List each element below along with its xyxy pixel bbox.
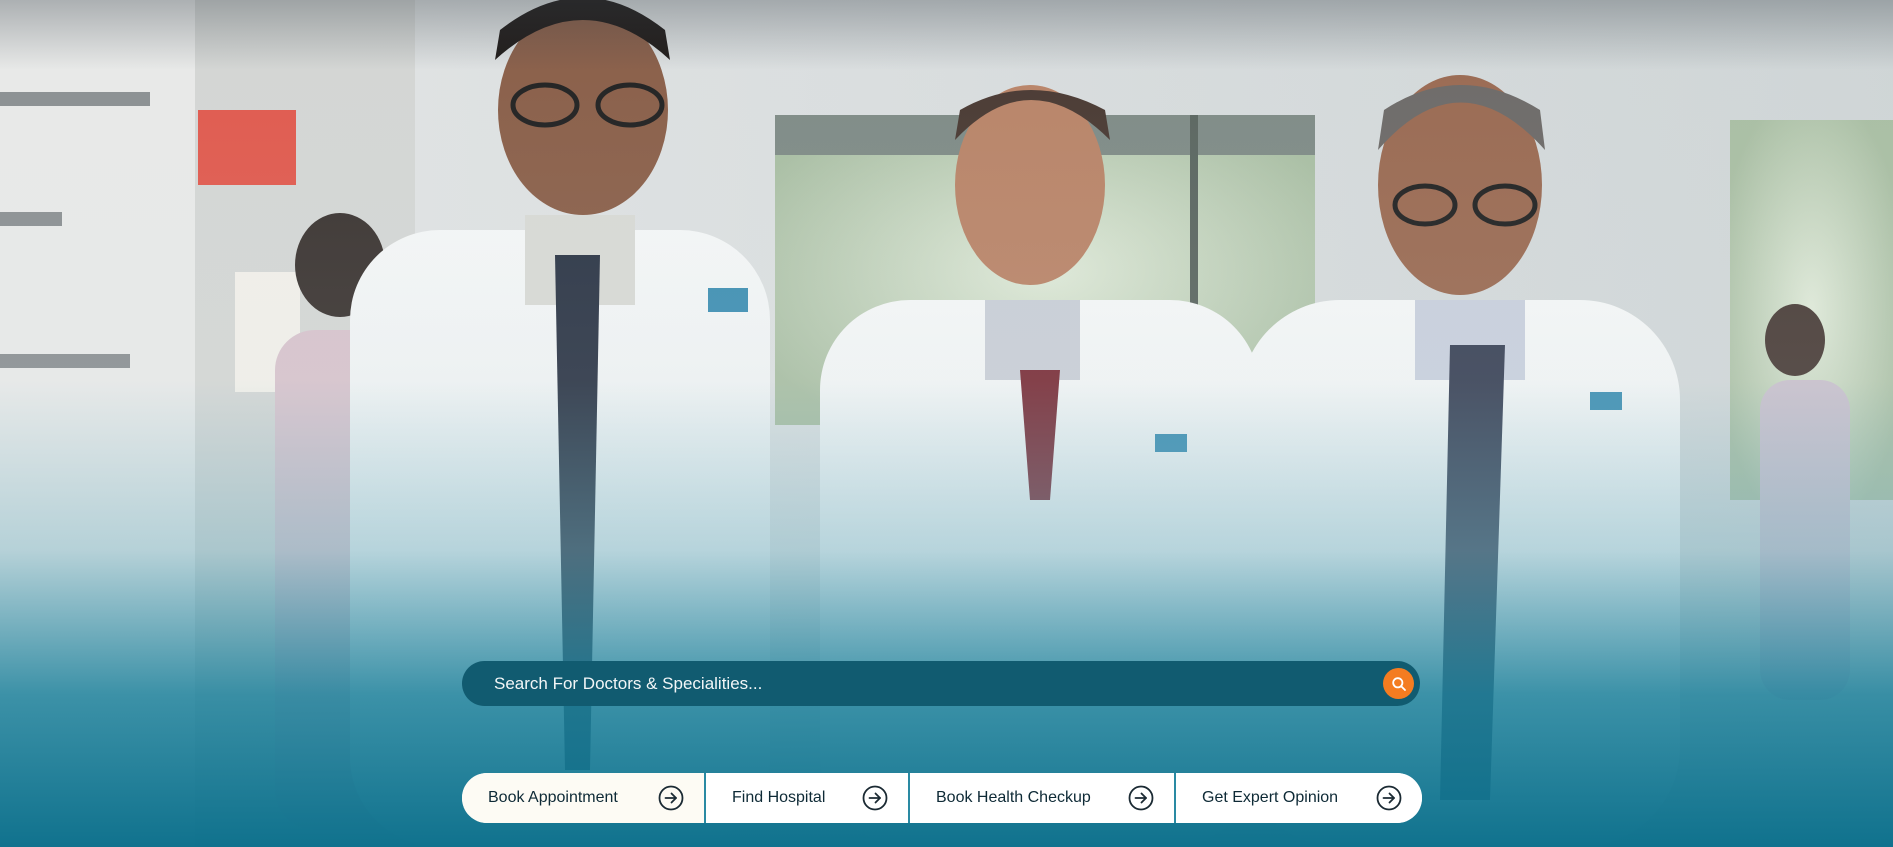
find-hospital-button[interactable]: Find Hospital: [706, 773, 910, 823]
search-icon: [1391, 676, 1406, 691]
action-label: Find Hospital: [732, 789, 826, 806]
arrow-right-circle-icon: [1128, 785, 1154, 811]
get-expert-opinion-button[interactable]: Get Expert Opinion: [1176, 773, 1422, 823]
book-appointment-button[interactable]: Book Appointment: [462, 773, 706, 823]
arrow-right-circle-icon: [862, 785, 888, 811]
quick-actions-bar: Book Appointment Find Hospital Book Heal…: [462, 773, 1422, 823]
search-button[interactable]: [1383, 668, 1414, 699]
action-label: Book Health Checkup: [936, 789, 1091, 806]
search-bar: [462, 661, 1420, 706]
arrow-right-circle-icon: [658, 785, 684, 811]
action-label: Book Appointment: [488, 789, 618, 806]
book-health-checkup-button[interactable]: Book Health Checkup: [910, 773, 1176, 823]
hero-section: Book Appointment Find Hospital Book Heal…: [0, 0, 1893, 847]
action-label: Get Expert Opinion: [1202, 789, 1339, 806]
arrow-right-circle-icon: [1376, 785, 1402, 811]
teal-gradient-overlay: [0, 0, 1893, 847]
search-input[interactable]: [494, 661, 1383, 706]
